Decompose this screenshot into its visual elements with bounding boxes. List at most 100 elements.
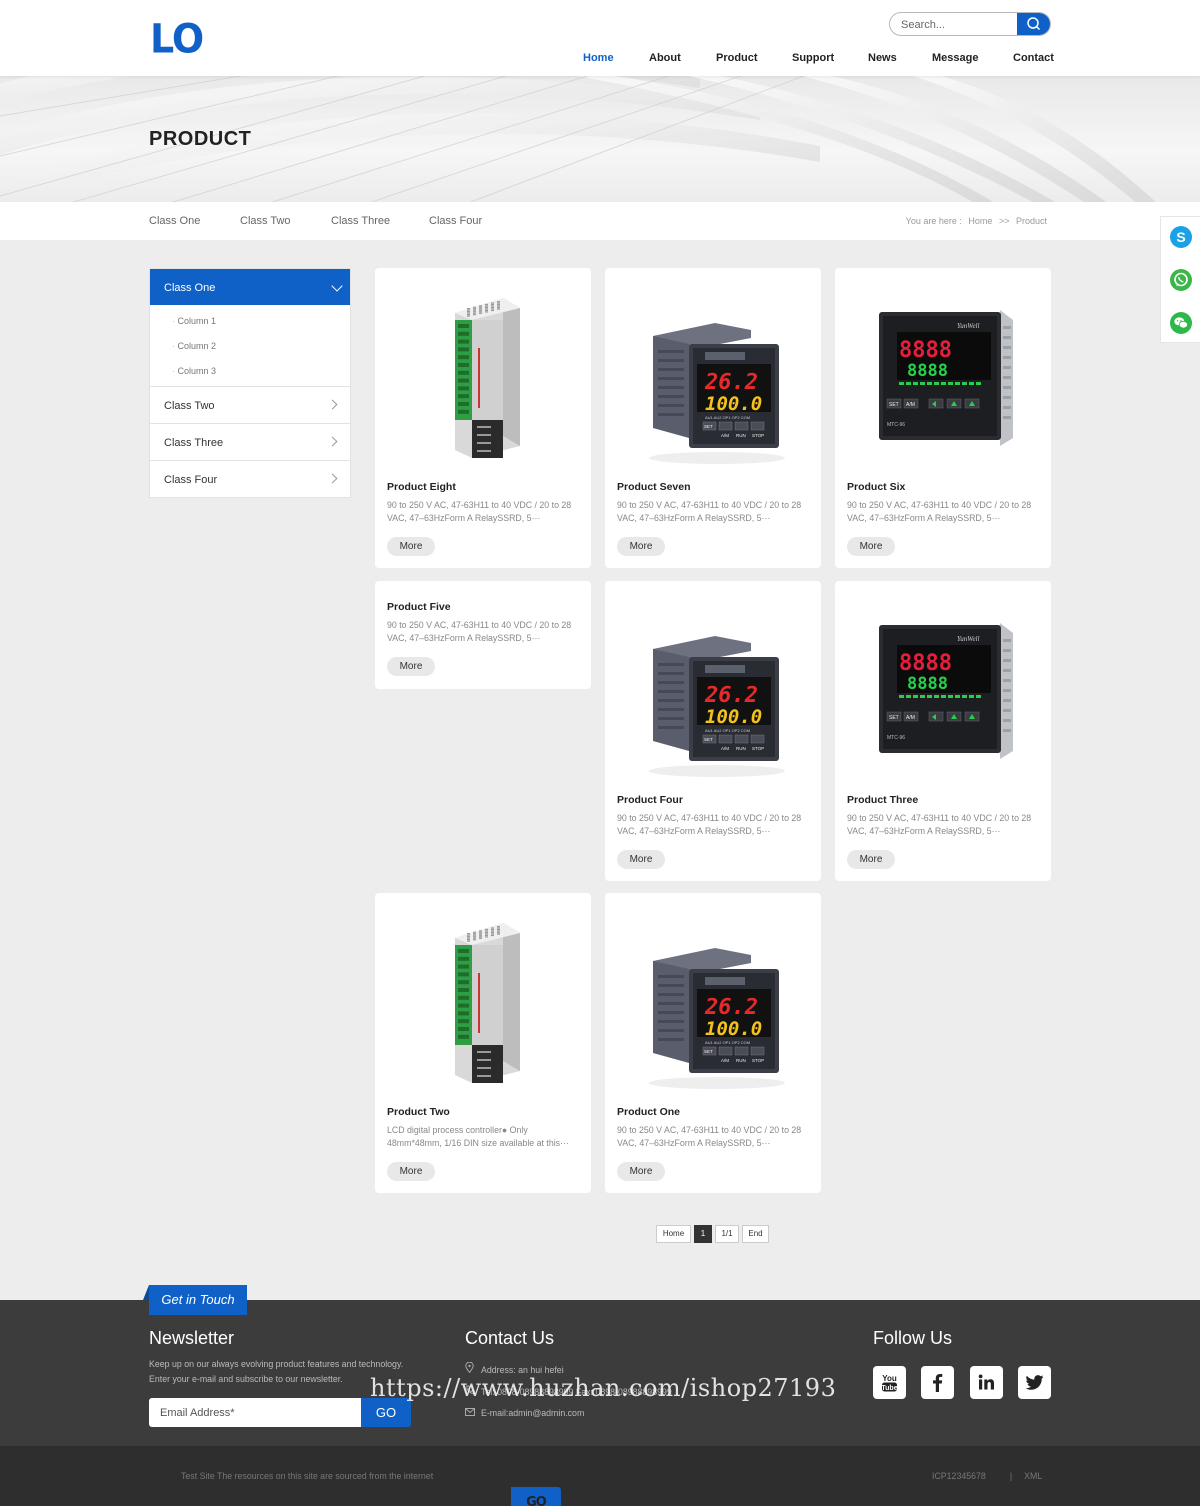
category-link[interactable]: Class Three	[331, 215, 390, 227]
youtube-icon: You Tube	[881, 1374, 897, 1392]
chevron-right-icon	[327, 436, 338, 447]
more-button[interactable]: More	[617, 1162, 665, 1181]
copyright-text: Test Site The resources on this site are…	[181, 1471, 434, 1481]
nav-news[interactable]: News	[868, 52, 897, 64]
product-image-wrapper[interactable]	[375, 893, 591, 1098]
page-number[interactable]: 1	[694, 1225, 712, 1243]
logo[interactable]: LO GO	[150, 19, 561, 1506]
whatsapp-button[interactable]	[1170, 269, 1192, 291]
follow-title: Follow Us	[873, 1328, 953, 1348]
sidebar-item-label: Class One	[164, 282, 216, 294]
facebook-icon	[933, 1374, 943, 1392]
nav-product[interactable]: Product	[716, 52, 758, 64]
product-card[interactable]: Product Two LCD digital process controlle…	[375, 893, 591, 1193]
product-card[interactable]: 26.2 100.0 AU1 AU2 OP1 OP2 COM SET A/M RUN…	[605, 893, 821, 1193]
sidebar-subitem[interactable]: Column 1	[172, 309, 350, 334]
svg-text:26.2: 26.2	[704, 370, 758, 395]
xml-link[interactable]: XML	[1024, 1471, 1042, 1481]
category-link[interactable]: Class Four	[429, 215, 482, 227]
svg-text:A/M: A/M	[721, 1058, 729, 1063]
breadcrumb-separator: >>	[998, 216, 1010, 226]
sidebar-item[interactable]: Class Two	[150, 386, 350, 423]
youtube-link[interactable]: You Tube	[873, 1366, 906, 1399]
sidebar-subitem[interactable]: Column 3	[172, 359, 350, 384]
product-description: 90 to 250 V AC, 47-63H11 to 40 VDC / 20 …	[617, 1125, 802, 1148]
sidebar-item[interactable]: Class Three	[150, 423, 350, 460]
email-text: E-mail:admin@admin.com	[481, 1408, 585, 1418]
product-title[interactable]: Product One	[617, 1106, 680, 1118]
product-image-wrapper[interactable]: YunWell 8888 8888 SET A/M MTC-96	[835, 268, 1051, 473]
more-button[interactable]: More	[847, 850, 895, 869]
breadcrumb: You are here : Home >> Product	[902, 216, 1047, 226]
svg-text:MTC-96: MTC-96	[887, 735, 905, 741]
product-image-wrapper[interactable]	[375, 268, 591, 473]
more-button[interactable]: More	[847, 537, 895, 556]
product-image-wrapper[interactable]: YunWell 8888 8888 SET A/M MTC-96	[835, 581, 1051, 786]
wechat-button[interactable]	[1170, 312, 1192, 334]
category-link[interactable]: Class One	[149, 215, 200, 227]
product-card[interactable]: Product Five 90 to 250 V AC, 47-63H11 to …	[375, 581, 591, 689]
more-button[interactable]: More	[617, 537, 665, 556]
nav-contact[interactable]: Contact	[1013, 52, 1054, 64]
product-card[interactable]: Product Eight 90 to 250 V AC, 47-63H11 to…	[375, 268, 591, 568]
page-home-button[interactable]: Home	[656, 1225, 691, 1243]
more-button[interactable]: More	[617, 850, 665, 869]
product-card[interactable]: 26.2 100.0 AU1 AU2 OP1 OP2 COM SET A/M RUN…	[605, 268, 821, 568]
more-button[interactable]: More	[387, 657, 435, 676]
floating-contact-bar: S	[1160, 216, 1200, 343]
contact-title: Contact Us	[465, 1328, 555, 1348]
skype-icon: S	[1176, 229, 1185, 245]
breadcrumb-home[interactable]: Home	[968, 216, 992, 226]
nav-home[interactable]: Home	[583, 52, 614, 64]
newsletter-submit-button[interactable]: GO	[361, 1398, 411, 1427]
nav-support[interactable]: Support	[792, 52, 834, 64]
product-image-wrapper[interactable]: 26.2 100.0 AU1 AU2 OP1 OP2 COM SET A/M RUN…	[605, 893, 821, 1098]
chevron-right-icon	[327, 399, 338, 410]
twitter-icon	[1025, 1375, 1044, 1390]
sidebar-subitem[interactable]: Column 2	[172, 334, 350, 359]
category-link[interactable]: Class Two	[240, 215, 291, 227]
product-title[interactable]: Product Two	[387, 1106, 450, 1118]
breadcrumb-current[interactable]: Product	[1016, 216, 1047, 226]
nav-message[interactable]: Message	[932, 52, 978, 64]
skype-button[interactable]: S	[1170, 226, 1192, 248]
icp-link[interactable]: ICP12345678	[932, 1471, 986, 1481]
linkedin-icon	[978, 1374, 994, 1390]
svg-text:A/M: A/M	[721, 746, 729, 751]
page-end-button[interactable]: End	[742, 1225, 769, 1243]
sidebar-item[interactable]: Class Four	[150, 460, 350, 497]
product-card[interactable]: 26.2 100.0 AU1 AU2 OP1 OP2 COM SET A/M RUN…	[605, 581, 821, 881]
svg-text:RUN: RUN	[736, 433, 746, 438]
product-image: 26.2 100.0 AU1 AU2 OP1 OP2 COM SET A/M RUN…	[649, 636, 785, 777]
product-description: 90 to 250 V AC, 47-63H11 to 40 VDC / 20 …	[387, 620, 572, 643]
product-image	[455, 923, 520, 1083]
pagination: Home 1 1/1 End	[656, 1225, 772, 1243]
product-title[interactable]: Product Three	[847, 794, 918, 806]
product-description: 90 to 250 V AC, 47-63H11 to 40 VDC / 20 …	[617, 500, 802, 523]
product-card[interactable]: YunWell 8888 8888 SET A/M MTC-96 Product …	[835, 268, 1051, 568]
product-card[interactable]: YunWell 8888 8888 SET A/M MTC-96 Product …	[835, 581, 1051, 881]
search-button[interactable]	[1017, 13, 1050, 35]
product-image: YunWell 8888 8888 SET A/M MTC-96	[879, 623, 1013, 759]
svg-text:YunWell: YunWell	[957, 635, 979, 643]
facebook-link[interactable]	[921, 1366, 954, 1399]
more-button[interactable]: More	[387, 537, 435, 556]
newsletter-email-input[interactable]	[149, 1398, 361, 1427]
search-input[interactable]	[901, 17, 1011, 33]
more-button[interactable]: More	[387, 1162, 435, 1181]
twitter-link[interactable]	[1018, 1366, 1051, 1399]
product-image-wrapper[interactable]: 26.2 100.0 AU1 AU2 OP1 OP2 COM SET A/M RUN…	[605, 581, 821, 786]
product-title[interactable]: Product Seven	[617, 481, 691, 493]
sidebar-item-active[interactable]: Class One	[150, 269, 350, 305]
product-description: 90 to 250 V AC, 47-63H11 to 40 VDC / 20 …	[847, 500, 1032, 523]
svg-text:A/M: A/M	[721, 433, 729, 438]
product-image-wrapper[interactable]: 26.2 100.0 AU1 AU2 OP1 OP2 COM SET A/M RUN…	[605, 268, 821, 473]
product-title[interactable]: Product Four	[617, 794, 683, 806]
product-title[interactable]: Product Six	[847, 481, 905, 493]
product-image	[455, 298, 520, 458]
svg-text:8888: 8888	[907, 674, 948, 694]
product-title[interactable]: Product Five	[387, 601, 451, 613]
product-title[interactable]: Product Eight	[387, 481, 456, 493]
linkedin-link[interactable]	[970, 1366, 1003, 1399]
nav-about[interactable]: About	[649, 52, 681, 64]
